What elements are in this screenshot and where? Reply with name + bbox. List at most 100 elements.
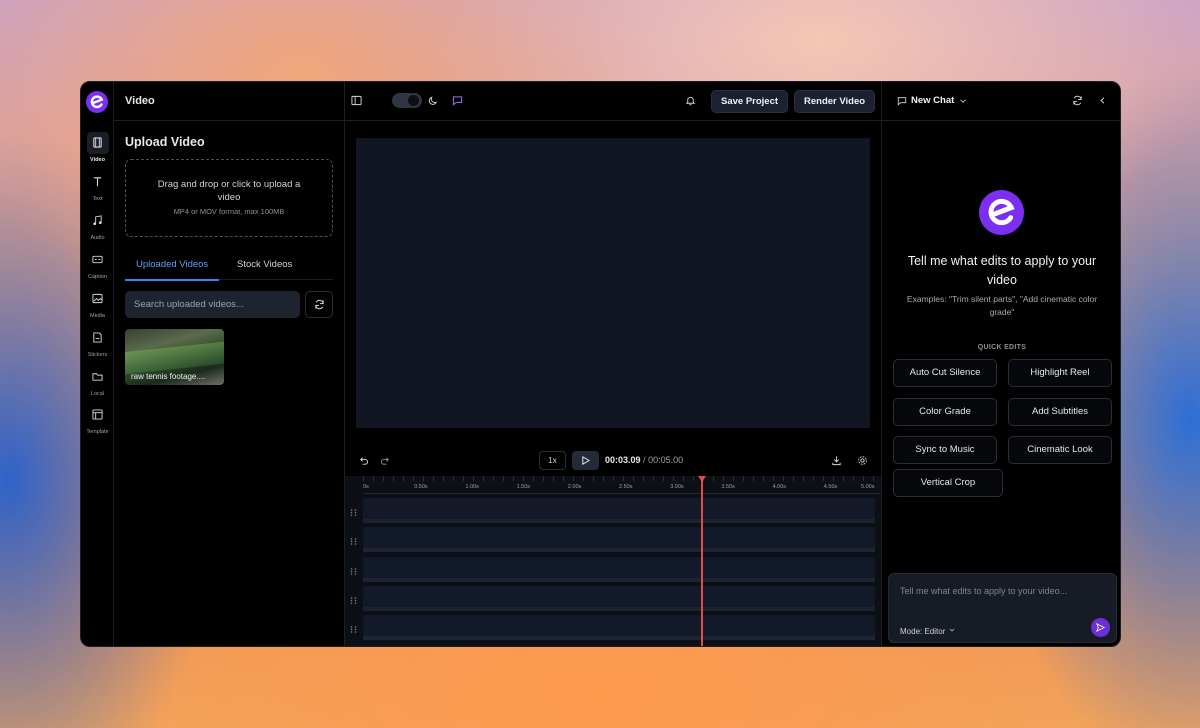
timeline-track[interactable] bbox=[345, 496, 881, 525]
search-input[interactable]: Search uploaded videos... bbox=[125, 291, 300, 318]
quick-edit-add-subtitles[interactable]: Add Subtitles bbox=[1008, 398, 1112, 426]
quick-edit-color-grade[interactable]: Color Grade bbox=[893, 398, 997, 426]
ruler-tick-label: 4.50s bbox=[823, 484, 838, 490]
download-icon[interactable] bbox=[831, 455, 842, 466]
drag-handle-icon[interactable] bbox=[349, 563, 358, 575]
mode-label: Mode: Editor bbox=[900, 627, 946, 636]
track-lane[interactable] bbox=[363, 556, 875, 578]
render-video-button[interactable]: Render Video bbox=[794, 90, 876, 113]
track-divider bbox=[363, 577, 875, 582]
timeline-track[interactable] bbox=[345, 555, 881, 584]
editor-center: Save Project Render Video 1x 00:03.09 / … bbox=[345, 82, 881, 646]
refresh-chat-icon[interactable] bbox=[1072, 95, 1083, 106]
template-icon bbox=[87, 404, 109, 426]
quick-edit-auto-cut-silence[interactable]: Auto Cut Silence bbox=[893, 359, 997, 387]
toggle-knob bbox=[408, 95, 419, 106]
quick-edit-sync-to-music[interactable]: Sync to Music bbox=[893, 436, 997, 464]
tab-stock-videos[interactable]: Stock Videos bbox=[237, 259, 292, 270]
rail-audio[interactable]: Audio bbox=[81, 210, 114, 241]
rail-local[interactable]: Local bbox=[81, 366, 114, 397]
new-chat-dropdown[interactable]: New Chat bbox=[897, 95, 968, 106]
playhead[interactable] bbox=[697, 476, 706, 646]
bell-icon[interactable] bbox=[685, 95, 696, 106]
panel-title: Video bbox=[114, 82, 344, 121]
rail-text[interactable]: Text bbox=[81, 171, 114, 202]
chat-bubble-icon bbox=[897, 96, 907, 106]
play-button[interactable] bbox=[572, 451, 599, 470]
refresh-videos-button[interactable] bbox=[305, 291, 333, 318]
caption-icon bbox=[87, 249, 109, 271]
rail-caption[interactable]: Caption bbox=[81, 249, 114, 280]
rail-label: Template bbox=[86, 429, 109, 435]
timeline[interactable]: 0s 0.50s 1.00s 1.50s 2.00s 2.50s 3.00s 3.50s 4.0… bbox=[345, 476, 881, 646]
drag-handle-icon[interactable] bbox=[349, 621, 358, 633]
quick-edit-cinematic-look[interactable]: Cinematic Look bbox=[1008, 436, 1112, 464]
video-name: raw tennis footage.... bbox=[131, 372, 206, 381]
drag-handle-icon[interactable] bbox=[349, 592, 358, 604]
ruler-tick-label: 4.00s bbox=[772, 484, 787, 490]
player-controls: 1x 00:03.09 / 00:05.00 bbox=[345, 446, 881, 476]
rail-stickers[interactable]: Stickers bbox=[81, 327, 114, 358]
app-logo[interactable] bbox=[86, 91, 108, 113]
track-lane[interactable] bbox=[363, 498, 875, 519]
ruler-tick-label: 3.00s bbox=[670, 484, 684, 490]
save-project-button[interactable]: Save Project bbox=[711, 90, 789, 113]
image-icon bbox=[87, 288, 109, 310]
mode-selector[interactable]: Mode: Editor bbox=[900, 626, 956, 636]
rail-label: Media bbox=[90, 313, 105, 319]
ruler-tick-label: 2.50s bbox=[619, 484, 633, 490]
text-icon bbox=[87, 171, 109, 193]
drag-handle-icon[interactable] bbox=[349, 533, 358, 546]
chat-input-placeholder: Tell me what edits to apply to your vide… bbox=[900, 586, 1068, 596]
rail-media[interactable]: Media bbox=[81, 288, 114, 319]
rail-template[interactable]: Template bbox=[81, 404, 114, 435]
track-lane[interactable] bbox=[363, 615, 875, 637]
timeline-track[interactable] bbox=[345, 613, 881, 642]
upload-dropzone[interactable]: Drag and drop or click to upload a video… bbox=[125, 159, 333, 237]
rail-video[interactable]: Video bbox=[81, 132, 114, 163]
send-button[interactable] bbox=[1091, 618, 1110, 637]
upload-title: Upload Video bbox=[125, 135, 205, 149]
undo-icon[interactable] bbox=[358, 455, 369, 466]
ruler-tick-label: 0.50s bbox=[414, 484, 428, 490]
redo-icon[interactable] bbox=[380, 455, 391, 466]
video-thumbnail[interactable]: raw tennis footage.... bbox=[125, 329, 224, 385]
chat-title: New Chat bbox=[911, 95, 955, 106]
speed-selector[interactable]: 1x bbox=[539, 451, 566, 470]
ruler-tick-label: 2.00s bbox=[567, 484, 582, 490]
theme-toggle[interactable] bbox=[392, 93, 422, 108]
quick-edit-highlight-reel[interactable]: Highlight Reel bbox=[1008, 359, 1112, 387]
dropzone-hint: MP4 or MOV format, max 100MB bbox=[173, 207, 285, 216]
chat-header: New Chat bbox=[882, 82, 1120, 121]
chat-input[interactable]: Tell me what edits to apply to your vide… bbox=[888, 573, 1117, 643]
refresh-icon bbox=[314, 299, 324, 310]
tab-uploaded-videos[interactable]: Uploaded Videos bbox=[124, 259, 220, 281]
chat-prompt-title: Tell me what edits to apply to your vide… bbox=[907, 254, 1097, 287]
sidebar-toggle-icon[interactable] bbox=[351, 95, 362, 106]
dropzone-text: Drag and drop or click to upload a video bbox=[157, 179, 301, 203]
track-lane[interactable] bbox=[363, 585, 875, 607]
timeline-track[interactable] bbox=[345, 525, 881, 554]
chat-toggle-icon[interactable] bbox=[452, 95, 463, 106]
total-duration: 00:05.00 bbox=[648, 455, 684, 465]
music-icon bbox=[87, 210, 109, 232]
rail-label: Text bbox=[92, 196, 103, 202]
collapse-chevron-left-icon[interactable] bbox=[1097, 95, 1108, 106]
drag-handle-icon[interactable] bbox=[349, 504, 358, 516]
rail-label: Local bbox=[90, 391, 105, 397]
video-preview[interactable] bbox=[356, 138, 870, 428]
settings-gear-icon[interactable] bbox=[857, 455, 868, 466]
track-divider bbox=[363, 519, 875, 523]
current-time: 00:03.09 bbox=[605, 455, 641, 465]
quick-edit-vertical-crop[interactable]: Vertical Crop bbox=[893, 469, 1003, 497]
folder-icon bbox=[87, 366, 109, 388]
icon-rail: Video Text Audio Caption Media Stickers … bbox=[81, 82, 114, 646]
track-lane[interactable] bbox=[363, 527, 875, 549]
chat-prompt-examples: Examples: "Trim silent parts", "Add cine… bbox=[906, 294, 1098, 317]
left-panel: Video Upload Video Drag and drop or clic… bbox=[114, 82, 345, 646]
ruler-tick-label: 3.50s bbox=[721, 484, 735, 490]
assistant-logo bbox=[979, 190, 1024, 235]
timeline-track[interactable] bbox=[345, 584, 881, 613]
timeline-ruler[interactable]: 0s 0.50s 1.00s 1.50s 2.00s 2.50s 3.00s 3.50s 4.0… bbox=[363, 476, 881, 494]
moon-icon bbox=[428, 95, 439, 106]
